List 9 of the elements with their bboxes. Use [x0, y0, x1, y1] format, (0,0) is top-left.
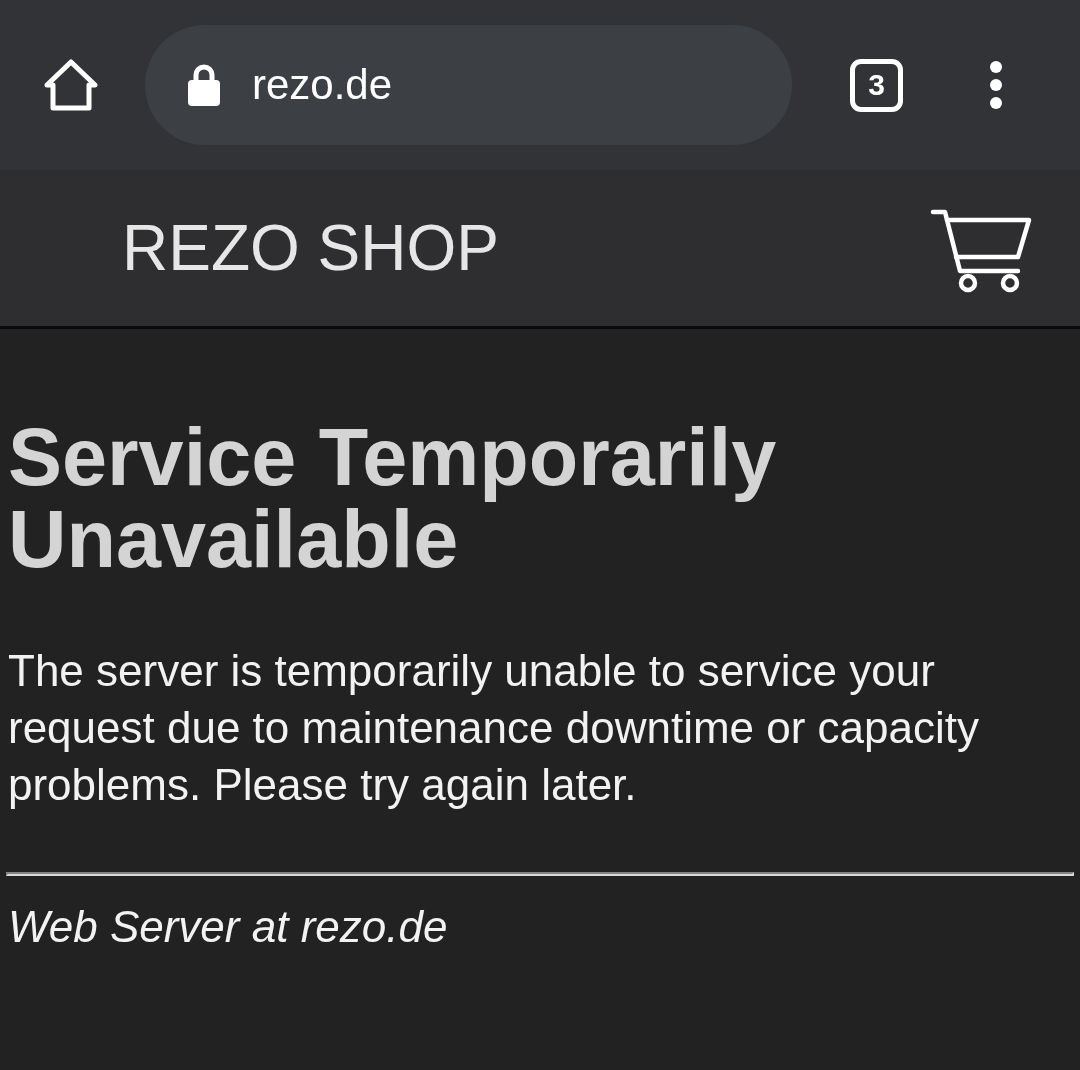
server-signature: Web Server at rezo.de — [8, 901, 449, 953]
url-text: rezo.de — [252, 61, 393, 109]
home-icon[interactable] — [44, 58, 98, 112]
tab-switcher-button[interactable]: 3 — [850, 58, 903, 112]
page-heading: Service Temporarily Unavailable — [8, 416, 778, 580]
site-logo[interactable]: REZO SHOP — [122, 211, 499, 285]
cart-icon[interactable] — [930, 207, 1032, 293]
error-message: The server is temporarily unable to service your request due to maintenance downtime or capacity problems. Please try again later. — [8, 645, 980, 811]
address-bar[interactable]: rezo.de — [145, 25, 792, 145]
